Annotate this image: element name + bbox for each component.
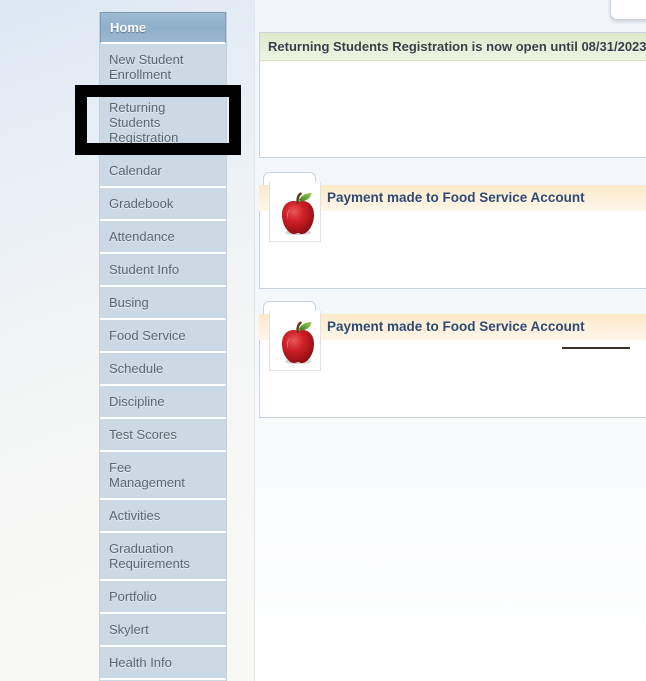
sidebar-item-graduation-requirements[interactable]: Graduation Requirements — [100, 533, 226, 581]
sidebar-item-skylert[interactable]: Skylert — [100, 614, 226, 647]
sidebar-item-schedule[interactable]: Schedule — [100, 353, 226, 386]
announcement-header: Returning Students Registration is now o… — [260, 33, 646, 61]
sidebar-item-health-info[interactable]: Health Info — [100, 647, 226, 680]
sidebar-item-student-info[interactable]: Student Info — [100, 254, 226, 287]
sidebar-item-label: Graduation Requirements — [109, 541, 190, 571]
card-underline-mark — [562, 347, 630, 349]
sidebar-item-label: Schedule — [109, 361, 164, 376]
card-title: Payment made to Food Service Account — [327, 190, 585, 205]
announcement-title: Returning Students Registration is now o… — [268, 39, 646, 54]
sidebar-item-portfolio[interactable]: Portfolio — [100, 581, 226, 614]
apple-icon — [282, 192, 314, 236]
sidebar-item-label: New Student Enrollment — [109, 52, 184, 82]
sidebar-item-label: Returning Students Registration — [109, 100, 179, 145]
card-icon-frame — [269, 182, 321, 242]
sidebar-item-label: Skylert — [109, 622, 149, 637]
sidebar-item-label: Food Service — [109, 328, 186, 343]
sidebar-item-gradebook[interactable]: Gradebook — [100, 188, 226, 221]
sidebar-item-discipline[interactable]: Discipline — [100, 386, 226, 419]
apple-icon — [282, 321, 314, 365]
sidebar-item-label: Busing — [109, 295, 149, 310]
sidebar-item-home[interactable]: Home — [100, 12, 226, 44]
sidebar-item-food-service[interactable]: Food Service — [100, 320, 226, 353]
announcement-panel: Returning Students Registration is now o… — [259, 32, 646, 158]
main-content: Returning Students Registration is now o… — [255, 0, 646, 681]
card-icon-frame — [269, 311, 321, 371]
sidebar-item-calendar[interactable]: Calendar — [100, 155, 226, 188]
sidebar-menu: Home New Student Enrollment Returning Stud… — [99, 12, 227, 681]
sidebar-item-fee-management[interactable]: Fee Management — [100, 452, 226, 500]
card-title: Payment made to Food Service Account — [327, 319, 585, 334]
sidebar-item-label: Attendance — [109, 229, 175, 244]
sidebar-item-new-student-enrollment[interactable]: New Student Enrollment — [100, 44, 226, 92]
sidebar-item-label: Test Scores — [109, 427, 177, 442]
sidebar-item-label: Fee Management — [109, 460, 185, 490]
sidebar-item-label: Student Info — [109, 262, 180, 277]
sidebar-item-label: Home — [110, 20, 147, 35]
sidebar-item-busing[interactable]: Busing — [100, 287, 226, 320]
announcement-body — [260, 61, 646, 157]
sidebar-item-label: Health Info — [109, 655, 172, 670]
sidebar-item-label: Portfolio — [109, 589, 157, 604]
sidebar-item-label: Discipline — [109, 394, 165, 409]
sidebar-item-label: Calendar — [109, 163, 162, 178]
corner-tab[interactable] — [610, 0, 646, 20]
sidebar-item-returning-students-registration[interactable]: Returning Students Registration — [100, 92, 226, 155]
sidebar-item-activities[interactable]: Activities — [100, 500, 226, 533]
message-card: Payment made to Food Service Account — [259, 172, 646, 290]
sidebar-item-test-scores[interactable]: Test Scores — [100, 419, 226, 452]
application-page: Home New Student Enrollment Returning Stud… — [0, 0, 646, 681]
sidebar-item-label: Gradebook — [109, 196, 174, 211]
sidebar-item-attendance[interactable]: Attendance — [100, 221, 226, 254]
message-card: Payment made to Food Service Account — [259, 301, 646, 418]
sidebar-item-label: Activities — [109, 508, 161, 523]
